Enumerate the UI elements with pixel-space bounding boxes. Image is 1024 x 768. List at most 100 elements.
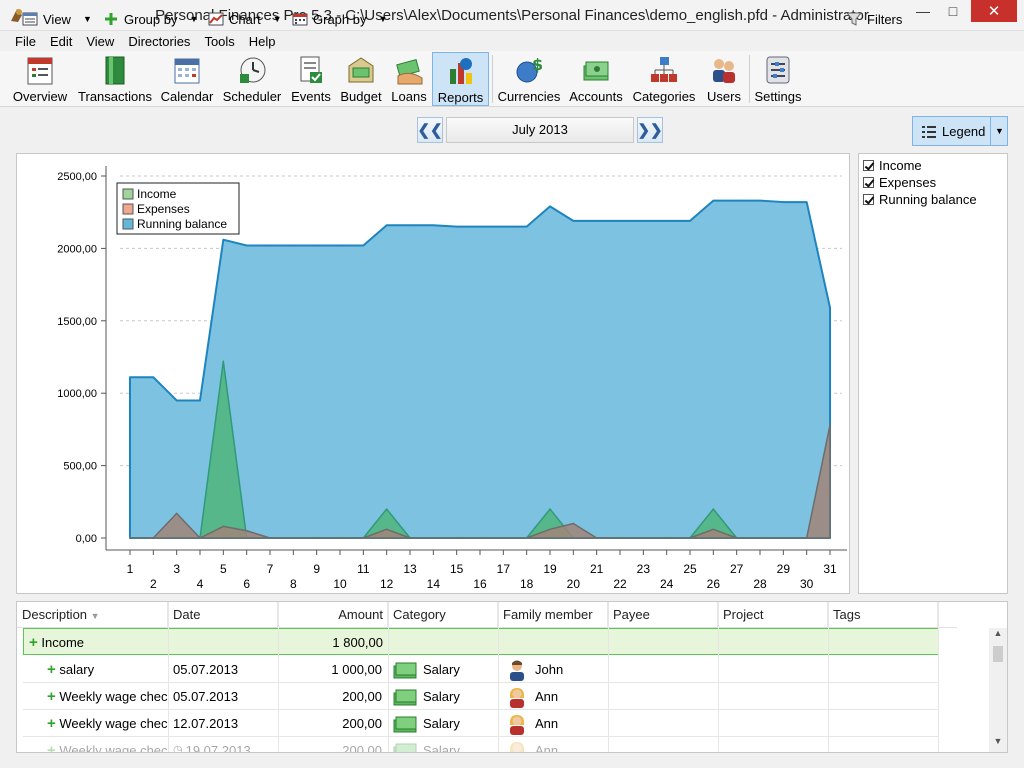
next-month-button[interactable]: ❯❯	[637, 117, 663, 143]
menu-edit[interactable]: Edit	[43, 32, 79, 51]
toolbar-budget-button[interactable]: Budget	[337, 52, 385, 106]
menu-bar: File Edit View Directories Tools Help	[0, 32, 1024, 51]
data-point	[432, 224, 435, 227]
toolbar-overview-button[interactable]: Overview	[10, 52, 70, 106]
data-point	[292, 244, 295, 247]
legend-label: Running balance	[137, 217, 227, 231]
checkbox-checked-icon[interactable]	[863, 160, 874, 171]
salary-money-icon	[393, 689, 417, 705]
table-row[interactable]: + Weekly wage chec ◷ 19.07.2013 200,00 Sa…	[23, 737, 939, 753]
data-point	[759, 537, 761, 539]
toolbar-users-button[interactable]: Users	[704, 52, 744, 106]
menu-tools[interactable]: Tools	[197, 32, 241, 51]
legend-item-income[interactable]: Income	[863, 158, 922, 173]
toolbar-settings-button[interactable]: Settings	[752, 52, 804, 106]
expand-plus-icon[interactable]: +	[47, 688, 56, 705]
checkbox-checked-icon[interactable]	[863, 194, 874, 205]
data-point	[549, 508, 551, 510]
table-row[interactable]: + Weekly wage chec 12.07.2013 200,00 Sal…	[23, 710, 939, 737]
data-point	[175, 512, 178, 515]
legend-item-running-balance[interactable]: Running balance	[863, 192, 977, 207]
x-tick-label: 6	[243, 577, 250, 591]
menu-directories[interactable]: Directories	[121, 32, 197, 51]
menu-help[interactable]: Help	[242, 32, 283, 51]
column-header-tags[interactable]: Tags	[828, 602, 938, 628]
table-row[interactable]: + salary 05.07.2013 1 000,00 Salary John	[23, 656, 939, 683]
salary-money-icon	[393, 662, 417, 678]
toolbar-reports-button[interactable]: Reports	[432, 52, 489, 106]
scroll-down-arrow[interactable]: ▼	[989, 736, 1007, 750]
column-header-description[interactable]: Description ▼	[17, 602, 168, 628]
x-tick-label: 20	[567, 577, 581, 591]
legend-panel: Income Expenses Running balance	[858, 153, 1008, 594]
female-user-icon	[509, 714, 525, 735]
column-header-family-member[interactable]: Family member	[498, 602, 608, 628]
toolbar-accounts-button[interactable]: Accounts	[567, 52, 625, 106]
data-point	[735, 537, 738, 539]
x-tick-label: 2	[150, 577, 157, 591]
legend-swatch	[122, 188, 134, 200]
menu-view[interactable]: View	[79, 32, 121, 51]
month-selector[interactable]: July 2013	[446, 117, 634, 143]
x-tick-label: 5	[220, 562, 227, 576]
overview-icon	[23, 53, 57, 87]
legend-dropdown-arrow[interactable]: ▼	[990, 117, 1008, 145]
x-tick-label: 8	[290, 577, 297, 591]
maximize-button[interactable]: □	[938, 0, 968, 22]
column-header-project[interactable]: Project	[718, 602, 828, 628]
data-point	[595, 220, 598, 222]
x-tick-label: 7	[267, 562, 274, 576]
x-tick-label: 19	[543, 562, 557, 576]
column-header-payee[interactable]: Payee	[608, 602, 718, 628]
menu-file[interactable]: File	[8, 32, 43, 51]
data-point	[222, 238, 225, 241]
x-tick-label: 21	[590, 562, 604, 576]
toolbar-loans-button[interactable]: Loans	[388, 52, 430, 106]
y-tick-label: 2500,00	[57, 171, 97, 183]
legend-swatch	[122, 203, 134, 215]
table-group-row[interactable]: + Income 1 800,00	[23, 628, 939, 655]
clock-icon: ◷	[173, 744, 183, 753]
expand-plus-icon[interactable]: +	[29, 634, 38, 651]
x-tick-label: 1	[127, 562, 134, 576]
chart-dropdown[interactable]: Chart ▼	[208, 9, 282, 29]
female-user-icon	[509, 741, 525, 752]
expand-plus-icon[interactable]: +	[47, 715, 56, 732]
filters-button[interactable]: Filters	[846, 9, 902, 29]
minimize-button[interactable]: —	[908, 0, 938, 22]
data-point	[222, 525, 225, 528]
scroll-up-arrow[interactable]: ▲	[989, 628, 1007, 642]
data-point	[245, 244, 248, 247]
data-point	[829, 306, 831, 309]
x-tick-label: 13	[403, 562, 417, 576]
calendar-icon	[170, 53, 204, 87]
data-point	[665, 537, 668, 539]
table-row[interactable]: + Weekly wage chec 05.07.2013 200,00 Sal…	[23, 683, 939, 710]
data-point	[315, 537, 318, 539]
close-button[interactable]: ✕	[971, 0, 1017, 22]
toolbar-separator	[749, 55, 750, 103]
toolbar-transactions-button[interactable]: Transactions	[75, 52, 155, 106]
expand-plus-icon[interactable]: +	[47, 742, 56, 752]
toolbar-scheduler-button[interactable]: Scheduler	[221, 52, 283, 106]
previous-month-button[interactable]: ❮❮	[417, 117, 443, 143]
table-scrollbar[interactable]: ▲ ▼	[989, 628, 1007, 752]
scheduler-icon	[235, 53, 269, 87]
group-by-dropdown[interactable]: Group by ▼	[103, 9, 198, 29]
toolbar-calendar-button[interactable]: Calendar	[158, 52, 216, 106]
toolbar-currencies-button[interactable]: $ Currencies	[496, 52, 562, 106]
toolbar-categories-button[interactable]: Categories	[630, 52, 698, 106]
data-point	[525, 537, 528, 539]
scrollbar-thumb[interactable]	[993, 646, 1003, 662]
toolbar-events-button[interactable]: Events	[288, 52, 334, 106]
column-header-amount[interactable]: Amount	[278, 602, 388, 628]
legend-item-expenses[interactable]: Expenses	[863, 175, 936, 190]
checkbox-checked-icon[interactable]	[863, 177, 874, 188]
salary-money-icon	[393, 716, 417, 732]
graph-by-dropdown[interactable]: Graph by ▼	[292, 9, 387, 29]
column-header-category[interactable]: Category	[388, 602, 498, 628]
view-dropdown[interactable]: View ▼	[22, 9, 92, 29]
expand-plus-icon[interactable]: +	[47, 661, 56, 678]
legend-toggle-button[interactable]: Legend ▼	[912, 116, 1008, 146]
column-header-date[interactable]: Date	[168, 602, 278, 628]
